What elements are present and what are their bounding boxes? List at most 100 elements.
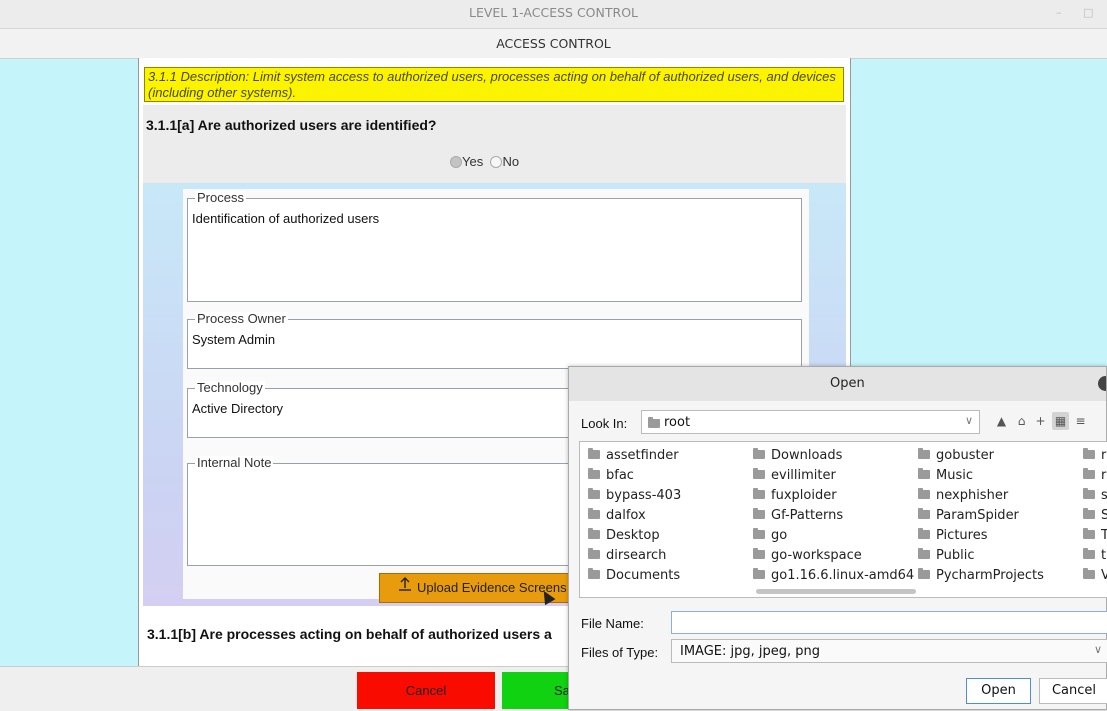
file-list[interactable]: assetfinder bfac bypass-403 dalfox Deskt…	[579, 441, 1107, 598]
file-type-value: IMAGE: jpg, jpeg, png	[680, 644, 821, 659]
horizontal-scrollbar[interactable]	[756, 589, 916, 594]
file-type-select[interactable]: IMAGE: jpg, jpeg, png ∨	[671, 639, 1107, 663]
up-folder-icon[interactable]: ▲	[993, 412, 1010, 430]
list-item[interactable]: gobuster	[918, 448, 994, 463]
question2-title: 3.1.1[b] Are processes acting on behalf …	[147, 626, 552, 642]
list-item[interactable]: T	[1083, 528, 1107, 543]
question-band: 3.1.1[a] Are authorized users are identi…	[143, 105, 846, 183]
upload-icon	[398, 574, 412, 602]
list-item[interactable]: go1.16.6.linux-amd64	[753, 568, 914, 583]
details-view-icon[interactable]: ≡	[1072, 412, 1089, 430]
list-item[interactable]: Pictures	[918, 528, 987, 543]
folder-icon	[588, 508, 600, 519]
radio-no-label[interactable]: No	[502, 154, 519, 169]
maximize-icon[interactable]: □	[1083, 6, 1093, 19]
file-name-input[interactable]	[671, 611, 1107, 634]
list-item[interactable]: t	[1083, 548, 1106, 563]
file-type-label: Files of Type:	[581, 645, 659, 660]
folder-icon	[753, 488, 765, 499]
answer-radio-group: Yes No	[450, 154, 519, 169]
folder-icon	[588, 568, 600, 579]
list-item[interactable]: nexphisher	[918, 488, 1008, 503]
look-in-value: root	[664, 415, 691, 430]
open-button[interactable]: Open	[966, 678, 1031, 704]
list-item[interactable]: s	[1083, 488, 1107, 503]
folder-icon	[1083, 508, 1095, 519]
folder-icon	[753, 548, 765, 559]
list-item[interactable]: Public	[918, 548, 974, 563]
look-in-select[interactable]: root ∨	[641, 410, 980, 434]
chevron-down-icon: ∨	[964, 414, 973, 427]
list-item[interactable]: assetfinder	[588, 448, 679, 463]
folder-icon	[1083, 568, 1095, 579]
folder-icon	[1083, 468, 1095, 479]
folder-icon	[1083, 548, 1095, 559]
folder-icon	[753, 448, 765, 459]
list-item[interactable]: go-workspace	[753, 548, 862, 563]
list-view-icon[interactable]: ▦	[1052, 412, 1069, 430]
folder-icon	[753, 528, 765, 539]
list-item[interactable]: dirsearch	[588, 548, 666, 563]
list-item[interactable]: dalfox	[588, 508, 646, 523]
window-titlebar: LEVEL 1-ACCESS CONTROL – □	[0, 0, 1107, 29]
list-item[interactable]: go	[753, 528, 787, 543]
folder-icon	[588, 548, 600, 559]
list-item[interactable]: ParamSpider	[918, 508, 1019, 523]
list-item[interactable]: Documents	[588, 568, 680, 583]
technology-value[interactable]: Active Directory	[192, 401, 283, 416]
folder-icon	[918, 448, 930, 459]
folder-icon	[1083, 448, 1095, 459]
folder-icon	[588, 488, 600, 499]
folder-icon	[918, 528, 930, 539]
list-item[interactable]: r	[1083, 448, 1106, 463]
process-value[interactable]: Identification of authorized users	[192, 211, 379, 226]
process-owner-value[interactable]: System Admin	[192, 332, 275, 347]
section-header: ACCESS CONTROL	[0, 29, 1107, 59]
save-button[interactable]: Sa	[502, 672, 572, 709]
radio-yes[interactable]	[450, 156, 462, 168]
process-field[interactable]: Process Identification of authorized use…	[187, 191, 802, 302]
control-description: 3.1.1 Description: Limit system access t…	[144, 67, 844, 102]
technology-label: Technology	[195, 380, 265, 395]
list-item[interactable]: bypass-403	[588, 488, 681, 503]
folder-icon	[753, 508, 765, 519]
folder-icon	[753, 568, 765, 579]
list-item[interactable]: evillimiter	[753, 468, 836, 483]
list-item[interactable]: bfac	[588, 468, 634, 483]
new-folder-icon[interactable]: +	[1032, 412, 1049, 430]
process-owner-label: Process Owner	[195, 311, 288, 326]
dialog-cancel-button[interactable]: Cancel	[1039, 678, 1107, 704]
window-title: LEVEL 1-ACCESS CONTROL	[468, 5, 638, 20]
list-item[interactable]: Downloads	[753, 448, 842, 463]
process-owner-field[interactable]: Process Owner System Admin	[187, 312, 802, 369]
list-item[interactable]: S	[1083, 508, 1107, 523]
folder-icon	[918, 508, 930, 519]
folder-icon	[648, 417, 660, 428]
folder-icon	[753, 468, 765, 479]
folder-icon	[1083, 488, 1095, 499]
list-item[interactable]: V	[1083, 568, 1107, 583]
list-item[interactable]: fuxploider	[753, 488, 837, 503]
list-item[interactable]: PycharmProjects	[918, 568, 1044, 583]
cancel-button[interactable]: Cancel	[357, 672, 495, 709]
radio-no[interactable]	[490, 156, 503, 168]
dialog-titlebar: Open	[569, 367, 1106, 401]
list-item[interactable]: Gf-Patterns	[753, 508, 843, 523]
open-file-dialog[interactable]: Open Look In: root ∨ ▲ ⌂ + ▦ ≡ assetfind…	[568, 366, 1107, 710]
folder-icon	[918, 468, 930, 479]
list-item[interactable]: Music	[918, 468, 973, 483]
dialog-close-icon[interactable]	[1098, 376, 1106, 391]
look-in-label: Look In:	[581, 416, 628, 431]
folder-icon	[918, 548, 930, 559]
list-item[interactable]: Desktop	[588, 528, 660, 543]
folder-icon	[588, 448, 600, 459]
list-item[interactable]: r	[1083, 468, 1106, 483]
minimize-icon[interactable]: –	[1056, 6, 1062, 19]
home-icon[interactable]: ⌂	[1013, 412, 1030, 430]
folder-icon	[588, 468, 600, 479]
internal-note-label: Internal Note	[195, 455, 274, 470]
folder-icon	[918, 488, 930, 499]
process-label: Process	[195, 190, 246, 205]
folder-icon	[588, 528, 600, 539]
radio-yes-label[interactable]: Yes	[462, 154, 483, 169]
